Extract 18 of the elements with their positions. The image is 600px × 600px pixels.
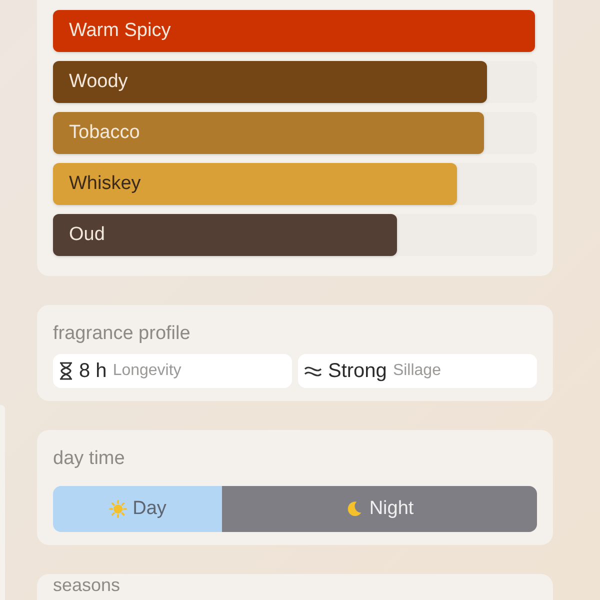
accord-label: Woody [69, 70, 128, 94]
wave-icon [304, 365, 322, 377]
stat-value: 8 h [79, 359, 107, 384]
accord-label: Warm Spicy [69, 18, 171, 43]
card-title: seasons [53, 575, 122, 595]
moon-icon [345, 500, 364, 518]
accord-label: Tobacco [69, 120, 140, 145]
accord-label: Whiskey [69, 172, 141, 196]
hourglass-icon [59, 362, 73, 380]
accord-label: Oud [69, 222, 105, 247]
stat-label: Sillage [392, 361, 441, 381]
stat-value: Strong [328, 359, 387, 384]
stat-label: Longevity [112, 361, 182, 381]
card-title: fragrance profile [53, 323, 192, 345]
card-title: day time [53, 448, 126, 470]
time-toggle[interactable]: Day [53, 486, 222, 532]
time-toggle[interactable]: Night [222, 486, 537, 532]
sun-icon [108, 500, 127, 518]
